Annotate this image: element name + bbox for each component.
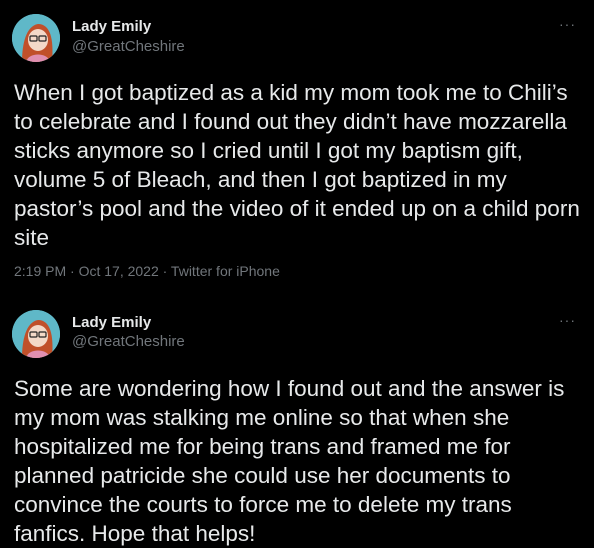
- tweet-2[interactable]: Lady Emily @GreatCheshire ··· Some are w…: [0, 290, 594, 546]
- display-name[interactable]: Lady Emily: [72, 314, 151, 331]
- more-options-icon[interactable]: ···: [559, 16, 576, 32]
- avatar-illustration: [12, 14, 60, 62]
- avatar[interactable]: [12, 310, 60, 358]
- user-handle[interactable]: @GreatCheshire: [72, 333, 185, 350]
- tweet-text: Some are wondering how I found out and t…: [14, 376, 565, 546]
- tweet-timestamp[interactable]: 2:19 PM · Oct 17, 2022 · Twitter for iPh…: [14, 263, 280, 279]
- avatar[interactable]: [12, 14, 60, 62]
- display-name[interactable]: Lady Emily: [72, 18, 151, 35]
- avatar-illustration: [12, 310, 60, 358]
- tweet-1[interactable]: Lady Emily @GreatCheshire ··· When I got…: [0, 0, 594, 290]
- tweet-text: When I got baptized as a kid my mom took…: [14, 80, 580, 250]
- more-options-icon[interactable]: ···: [559, 312, 576, 328]
- user-handle[interactable]: @GreatCheshire: [72, 38, 185, 55]
